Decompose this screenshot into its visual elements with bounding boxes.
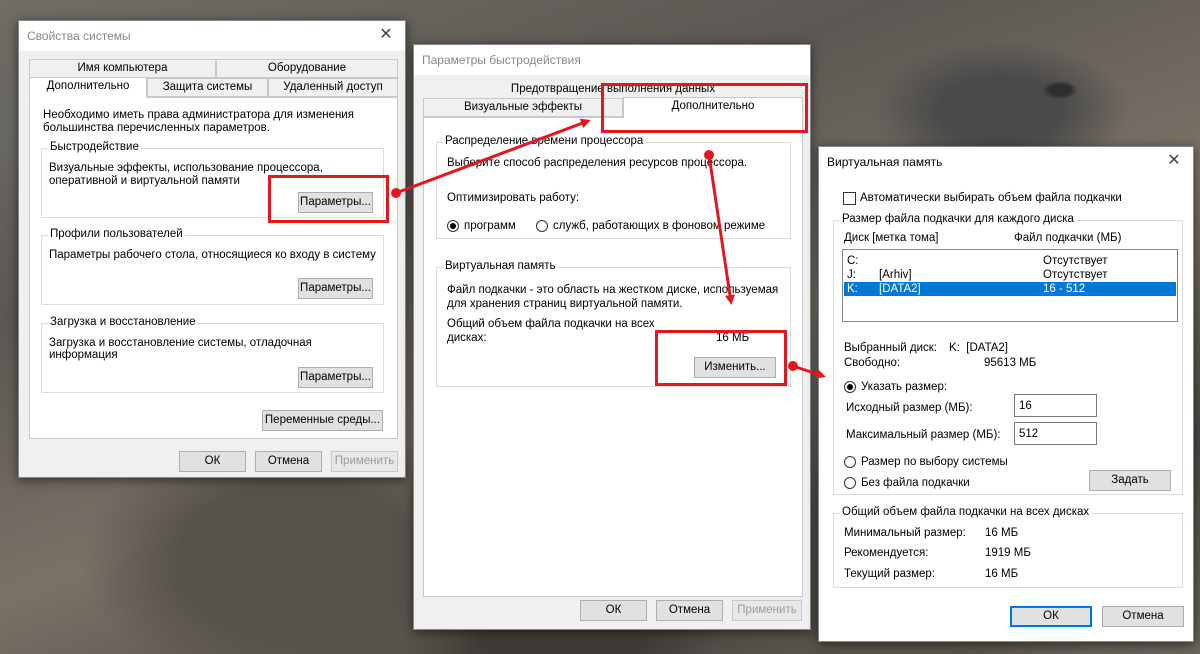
window-title: Параметры быстродействия — [422, 53, 581, 67]
background-services-radio[interactable] — [536, 220, 548, 232]
free-space-value: 95613 МБ — [984, 357, 1037, 369]
system-properties-window: Свойства системы ✕ Имя компьютера Оборуд… — [18, 20, 406, 478]
cancel-button[interactable]: Отмена — [255, 451, 322, 472]
drive-size: Отсутствует — [1043, 255, 1108, 267]
environment-variables-button[interactable]: Переменные среды... — [262, 410, 383, 431]
totals-label: Общий объем файла подкачки на всех диска… — [840, 506, 1092, 518]
tab-hardware[interactable]: Оборудование — [216, 59, 398, 78]
cpu-scheduling-label: Распределение времени процессора — [443, 135, 646, 147]
free-space-label: Свободно: — [844, 357, 901, 369]
admin-note: Необходимо иметь права администратора дл… — [43, 109, 354, 134]
close-icon[interactable]: ✕ — [377, 25, 395, 45]
user-profiles-desc: Параметры рабочего стола, относящиеся ко… — [49, 249, 376, 261]
user-profiles-group: Профили пользователей Параметры рабочего… — [41, 228, 384, 305]
tab-remote[interactable]: Удаленный доступ — [268, 78, 398, 97]
optimize-label: Оптимизировать работу: — [447, 192, 580, 204]
virtual-memory-label: Виртуальная память — [443, 260, 558, 272]
auto-manage-checkbox[interactable] — [843, 192, 856, 205]
drive-label: [DATA2] — [879, 283, 921, 295]
user-profiles-label: Профили пользователей — [48, 228, 185, 240]
per-drive-group: Размер файла подкачки для каждого диска … — [833, 213, 1183, 495]
performance-desc: Визуальные эффекты, использование процес… — [49, 162, 323, 187]
close-icon[interactable]: ✕ — [1165, 151, 1183, 171]
tab-system-protection[interactable]: Защита системы — [147, 78, 268, 97]
selected-drive-value: K: [DATA2] — [949, 342, 1009, 354]
drive-row-c[interactable]: C: Отсутствует — [844, 254, 1176, 268]
startup-recovery-desc: Загрузка и восстановление системы, отлад… — [49, 337, 312, 361]
recommended-label: Рекомендуется: — [844, 547, 929, 559]
min-size-label: Минимальный размер: — [844, 527, 966, 539]
performance-group: Быстродействие Визуальные эффекты, испол… — [41, 141, 384, 218]
min-size-value: 16 МБ — [985, 527, 1019, 539]
selected-drive-label: Выбранный диск: — [844, 342, 938, 354]
performance-label: Быстродействие — [48, 141, 141, 153]
current-size-label: Текущий размер: — [844, 568, 936, 580]
programs-label[interactable]: программ — [464, 220, 516, 232]
initial-size-label: Исходный размер (МБ): — [846, 402, 973, 414]
custom-size-label[interactable]: Указать размер: — [861, 381, 947, 393]
tab-advanced[interactable]: Дополнительно — [29, 77, 147, 98]
cpu-scheduling-desc: Выберите способ распределения ресурсов п… — [447, 157, 748, 169]
auto-manage-label[interactable]: Автоматически выбирать объем файла подка… — [860, 192, 1122, 204]
tab-computer-name[interactable]: Имя компьютера — [29, 59, 216, 78]
paging-total-value: 16 МБ — [716, 332, 750, 344]
tab-visual-effects[interactable]: Визуальные эффекты — [423, 98, 623, 117]
current-size-value: 16 МБ — [985, 568, 1019, 580]
apply-button[interactable]: Применить — [331, 451, 398, 472]
advanced-panel: Необходимо иметь права администратора дл… — [29, 97, 398, 439]
max-size-input[interactable] — [1014, 422, 1097, 445]
per-drive-label: Размер файла подкачки для каждого диска — [840, 213, 1076, 225]
change-button[interactable]: Изменить... — [694, 357, 776, 378]
totals-group: Общий объем файла подкачки на всех диска… — [833, 506, 1183, 588]
drive-size: 16 - 512 — [1043, 283, 1086, 295]
set-button[interactable]: Задать — [1089, 470, 1171, 491]
system-managed-radio[interactable] — [844, 456, 856, 468]
cancel-button[interactable]: Отмена — [1102, 606, 1184, 627]
window-title: Свойства системы — [27, 29, 131, 43]
drive-letter: J: — [847, 269, 856, 281]
virtual-memory-group: Виртуальная память Файл подкачки - это о… — [436, 260, 791, 387]
custom-size-radio[interactable] — [844, 381, 856, 393]
tab-advanced[interactable]: Дополнительно — [623, 97, 803, 119]
performance-settings-button[interactable]: Параметры... — [298, 192, 373, 213]
drive-letter: C: — [847, 255, 859, 267]
no-paging-file-label[interactable]: Без файла подкачки — [861, 477, 970, 489]
startup-recovery-group: Загрузка и восстановление Загрузка и вос… — [41, 316, 384, 393]
cancel-button[interactable]: Отмена — [656, 600, 723, 621]
ok-button[interactable]: ОК — [1010, 606, 1092, 627]
cpu-scheduling-group: Распределение времени процессора Выберит… — [436, 135, 791, 239]
user-profiles-settings-button[interactable]: Параметры... — [298, 278, 373, 299]
background-services-label[interactable]: служб, работающих в фоновом режиме — [553, 220, 765, 232]
drive-size: Отсутствует — [1043, 269, 1108, 281]
drive-list[interactable]: C: Отсутствует J: [Arhiv] Отсутствует K:… — [842, 249, 1178, 322]
drive-label: [Arhiv] — [879, 269, 912, 281]
ok-button[interactable]: ОК — [179, 451, 246, 472]
ok-button[interactable]: ОК — [580, 600, 647, 621]
drive-row-k[interactable]: K: [DATA2] 16 - 512 — [844, 282, 1176, 296]
recommended-value: 1919 МБ — [985, 547, 1031, 559]
drive-letter: K: — [847, 283, 858, 295]
no-paging-file-radio[interactable] — [844, 477, 856, 489]
advanced-panel: Распределение времени процессора Выберит… — [423, 117, 803, 597]
paging-total-label: Общий объем файла подкачки на всех диска… — [447, 318, 655, 344]
system-managed-label[interactable]: Размер по выбору системы — [861, 456, 1008, 468]
startup-recovery-label: Загрузка и восстановление — [48, 316, 198, 328]
col-size-header: Файл подкачки (МБ) — [1014, 232, 1122, 244]
virtual-memory-window: Виртуальная память ✕ Автоматически выбир… — [818, 146, 1194, 642]
performance-options-window: Параметры быстродействия Предотвращение … — [413, 44, 811, 630]
startup-recovery-settings-button[interactable]: Параметры... — [298, 367, 373, 388]
max-size-label: Максимальный размер (МБ): — [846, 429, 1001, 441]
col-drive-header: Диск [метка тома] — [844, 232, 939, 244]
title-bar[interactable]: Параметры быстродействия — [414, 45, 810, 75]
apply-button[interactable]: Применить — [732, 600, 802, 621]
title-bar[interactable]: Виртуальная память ✕ — [819, 147, 1193, 177]
virtual-memory-desc: Файл подкачки - это область на жестком д… — [447, 284, 779, 310]
programs-radio[interactable] — [447, 220, 459, 232]
initial-size-input[interactable] — [1014, 394, 1097, 417]
drive-row-j[interactable]: J: [Arhiv] Отсутствует — [844, 268, 1176, 282]
title-bar[interactable]: Свойства системы ✕ — [19, 21, 405, 51]
window-title: Виртуальная память — [827, 155, 943, 169]
